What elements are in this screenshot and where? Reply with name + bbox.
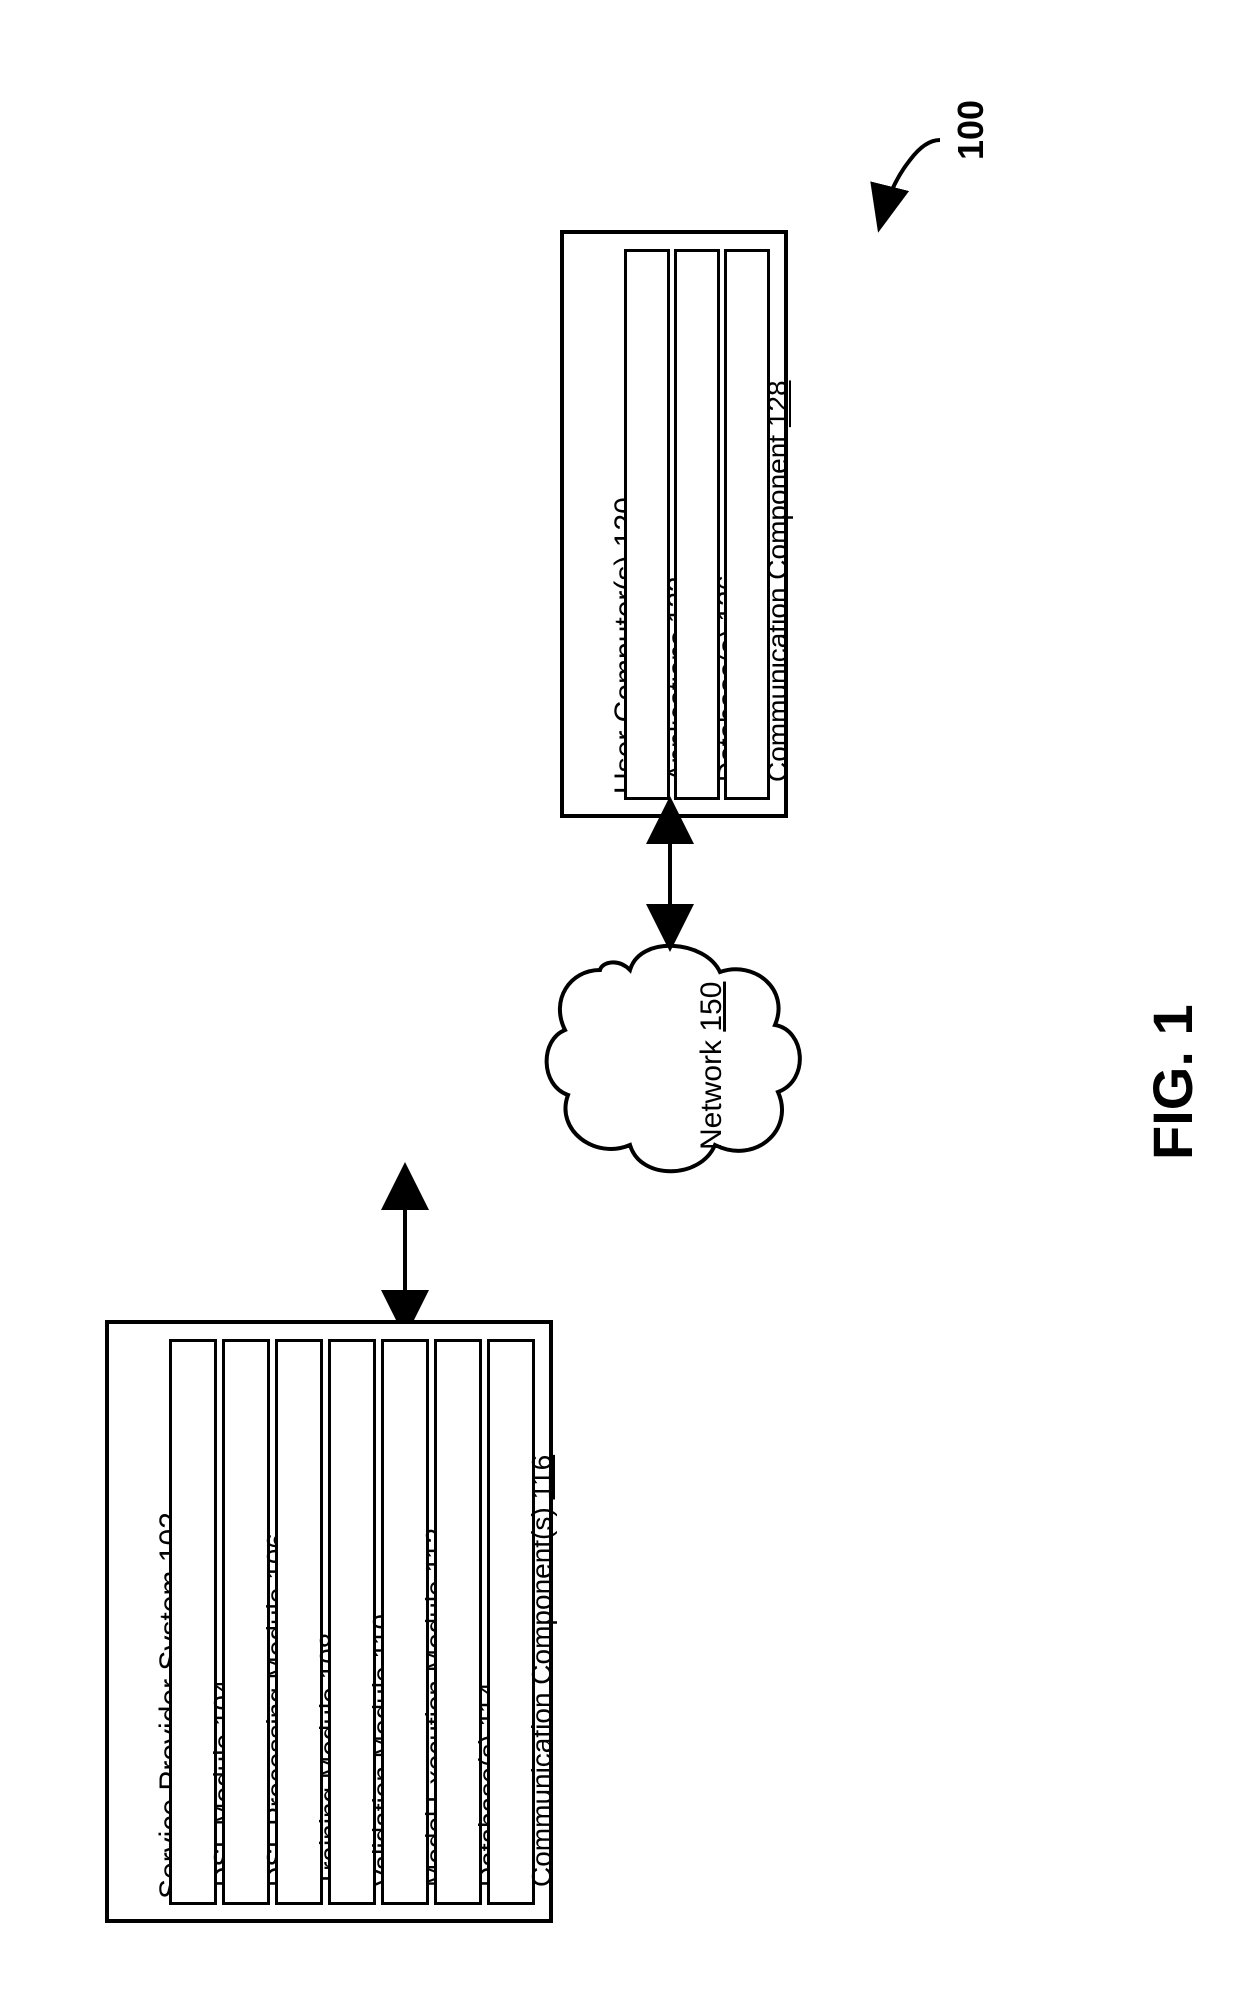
sp-item-2: Training Module 108 [275, 1339, 323, 1905]
sp-item-5: Database(s) 114 [434, 1339, 482, 1905]
sp-item-0: DSL Module 104 [169, 1339, 217, 1905]
sp-item-1: DSL Processing Module 106 [222, 1339, 270, 1905]
uc-item-1: Database(s) 126 [674, 249, 720, 800]
sp-item-4: Model Execution Module 112 [381, 1339, 429, 1905]
arrow-uc-network-icon [655, 814, 685, 934]
user-computer-box: User Computer(s) 120 Applications 122 Da… [560, 230, 788, 818]
uc-item-0: Applications 122 [624, 249, 670, 800]
ref-arrow-icon [870, 130, 960, 240]
sp-item-6: Communication Component(s) 116 [487, 1339, 535, 1905]
figure-label: FIG. 1 [1140, 1004, 1205, 1160]
sp-item-6-num: 116 [526, 1455, 557, 1500]
uc-item-2-num: 128 [762, 380, 793, 427]
service-provider-box: Service Provider System 102 DSL Module 1… [105, 1320, 553, 1923]
network-cloud-icon [540, 930, 800, 1190]
sp-item-6-label: Communication Component(s) [526, 1507, 557, 1887]
arrow-network-sp-icon [390, 1180, 420, 1320]
uc-item-2: Communication Component 128 [724, 249, 770, 800]
network-label: Network 150 [695, 982, 729, 1150]
diagram-canvas: 100 FIG. 1 User Computer(s) 120 Applicat… [0, 0, 1240, 2016]
sp-item-3: Validation Module 110 [328, 1339, 376, 1905]
uc-item-2-label: Communication Component [762, 435, 793, 782]
